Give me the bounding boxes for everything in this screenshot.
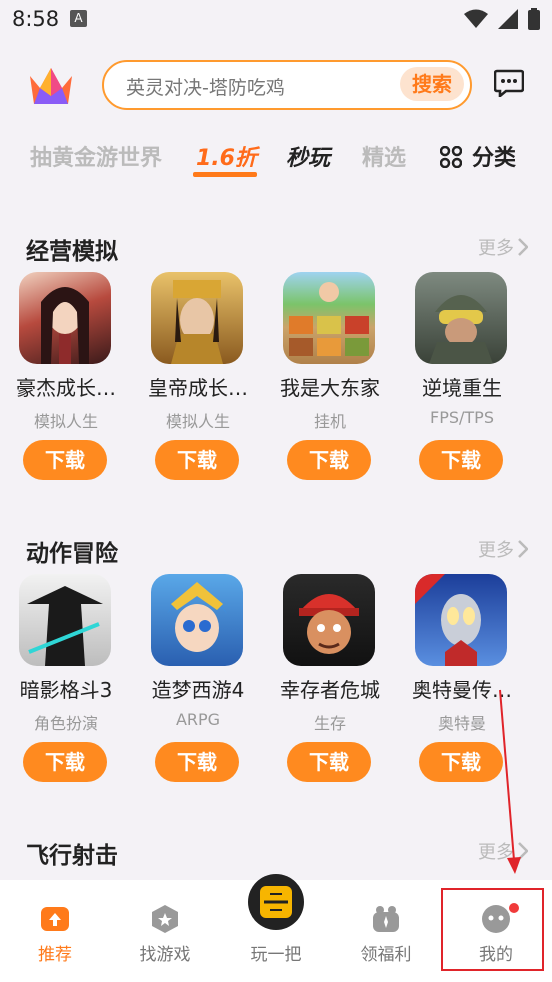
game-card[interactable]: 幸存者危城 生存 下载 bbox=[264, 574, 396, 814]
nav-welfare[interactable]: 领福利 bbox=[331, 880, 441, 982]
tab-gold-world[interactable]: 抽黄金游世界 bbox=[30, 140, 162, 172]
chevron-right-icon bbox=[518, 540, 528, 558]
message-icon[interactable] bbox=[494, 69, 524, 97]
highlight-box bbox=[441, 888, 544, 971]
section-title: 飞行射击 bbox=[26, 843, 118, 869]
nav-label: 玩一把 bbox=[250, 945, 302, 965]
nav-label: 领福利 bbox=[360, 945, 412, 965]
game-name: 幸存者危城 bbox=[280, 678, 380, 702]
game-icon[interactable] bbox=[283, 272, 375, 364]
gift-icon bbox=[373, 906, 399, 932]
more-link[interactable]: 更多 bbox=[478, 234, 528, 260]
section-title: 动作冒险 bbox=[26, 541, 118, 567]
game-card[interactable]: 我是大东家 挂机 下载 bbox=[264, 272, 396, 512]
download-button[interactable]: 下载 bbox=[287, 440, 371, 480]
status-icons bbox=[464, 8, 540, 30]
game-name: 奥特曼传… bbox=[412, 678, 512, 702]
nav-recommend[interactable]: 推荐 bbox=[0, 880, 110, 982]
game-list: 豪杰成长… 模拟人生 下载 皇帝成长… 模拟人生 下载 我是大东家 挂机 下载 … bbox=[0, 272, 552, 512]
game-tag: 生存 bbox=[313, 714, 346, 733]
game-icon[interactable] bbox=[19, 574, 111, 666]
notification-icon: A bbox=[70, 10, 87, 27]
tab-category-label: 分类 bbox=[472, 146, 517, 171]
more-label: 更多 bbox=[478, 842, 514, 863]
nav-find-games[interactable]: 找游戏 bbox=[110, 880, 220, 982]
game-card[interactable]: 暗影格斗3 角色扮演 下载 bbox=[0, 574, 132, 814]
game-card[interactable]: 奥特曼传… 奥特曼 下载 bbox=[396, 574, 528, 814]
game-card[interactable]: 豪杰成长… 模拟人生 下载 bbox=[0, 272, 132, 512]
game-name: 造梦西游4 bbox=[151, 678, 245, 702]
search-button[interactable]: 搜索 bbox=[400, 67, 464, 101]
search-input[interactable]: 英灵对决-塔防吃鸡 bbox=[126, 73, 285, 100]
signal-icon bbox=[498, 9, 518, 29]
game-icon[interactable] bbox=[151, 574, 243, 666]
download-button[interactable]: 下载 bbox=[419, 440, 503, 480]
tab-category[interactable]: 分类 bbox=[420, 132, 552, 180]
status-time: 8:58 bbox=[12, 7, 60, 31]
game-name: 我是大东家 bbox=[280, 376, 380, 400]
download-button[interactable]: 下载 bbox=[155, 742, 239, 782]
tab-featured[interactable]: 精选 bbox=[362, 140, 406, 172]
active-tab-indicator bbox=[193, 172, 257, 177]
game-name: 皇帝成长… bbox=[148, 376, 248, 400]
game-icon[interactable] bbox=[283, 574, 375, 666]
section-title: 经营模拟 bbox=[26, 239, 118, 265]
find-games-icon bbox=[152, 905, 178, 933]
more-link[interactable]: 更多 bbox=[478, 838, 528, 864]
chevron-right-icon bbox=[518, 842, 528, 860]
game-tag: 模拟人生 bbox=[33, 412, 98, 431]
game-tag: 挂机 bbox=[313, 412, 346, 431]
nav-play[interactable]: 玩一把 bbox=[221, 874, 331, 982]
crown-logo-icon[interactable] bbox=[28, 66, 74, 106]
nav-label: 找游戏 bbox=[139, 945, 191, 965]
game-list: 暗影格斗3 角色扮演 下载 造梦西游4 ARPG 下载 幸存者危城 生存 下载 … bbox=[0, 574, 552, 814]
battery-icon bbox=[528, 8, 540, 30]
chevron-right-icon bbox=[518, 238, 528, 256]
game-name: 豪杰成长… bbox=[16, 376, 116, 400]
more-label: 更多 bbox=[478, 238, 514, 259]
game-icon[interactable] bbox=[415, 272, 507, 364]
more-link[interactable]: 更多 bbox=[478, 536, 528, 562]
game-tag: 奥特曼 bbox=[437, 714, 486, 733]
category-tabs: 抽黄金游世界 1.6折 秒玩 精选 分类 bbox=[0, 132, 552, 184]
grid-icon bbox=[440, 146, 462, 168]
recommend-icon bbox=[41, 907, 69, 931]
nav-label: 推荐 bbox=[38, 945, 72, 965]
game-icon[interactable] bbox=[19, 272, 111, 364]
play-icon bbox=[248, 874, 304, 930]
game-tag: ARPG bbox=[175, 710, 221, 729]
game-name: 暗影格斗3 bbox=[19, 678, 113, 702]
game-tag: 角色扮演 bbox=[33, 714, 98, 733]
tab-instant-play[interactable]: 秒玩 bbox=[286, 140, 330, 172]
game-card[interactable]: 造梦西游4 ARPG 下载 bbox=[132, 574, 264, 814]
game-card[interactable]: 皇帝成长… 模拟人生 下载 bbox=[132, 272, 264, 512]
download-button[interactable]: 下载 bbox=[23, 742, 107, 782]
wifi-icon bbox=[464, 9, 488, 28]
game-icon[interactable] bbox=[415, 574, 507, 666]
tab-discount[interactable]: 1.6折 bbox=[196, 140, 257, 172]
search-bar[interactable]: 英灵对决-塔防吃鸡 搜索 bbox=[102, 60, 472, 110]
game-name: 逆境重生 bbox=[422, 376, 502, 400]
download-button[interactable]: 下载 bbox=[23, 440, 107, 480]
download-button[interactable]: 下载 bbox=[419, 742, 503, 782]
more-label: 更多 bbox=[478, 540, 514, 561]
download-button[interactable]: 下载 bbox=[155, 440, 239, 480]
status-bar: 8:58 A bbox=[0, 0, 552, 40]
top-bar: 英灵对决-塔防吃鸡 搜索 bbox=[0, 56, 552, 112]
game-icon[interactable] bbox=[151, 272, 243, 364]
download-button[interactable]: 下载 bbox=[287, 742, 371, 782]
game-tag: 模拟人生 bbox=[165, 412, 230, 431]
game-card[interactable]: 逆境重生 FPS/TPS 下载 bbox=[396, 272, 528, 512]
game-tag: FPS/TPS bbox=[430, 408, 494, 427]
